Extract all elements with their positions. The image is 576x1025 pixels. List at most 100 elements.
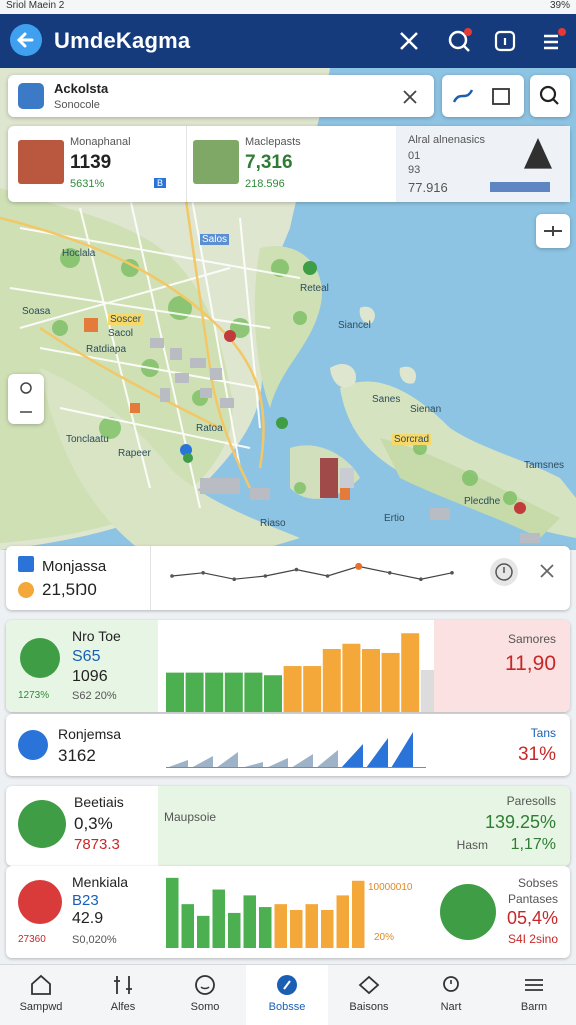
bar xyxy=(228,912,241,948)
bar xyxy=(274,904,287,948)
map-card-value: 77.916 xyxy=(408,180,448,195)
filter-icon xyxy=(114,976,132,994)
line-chart xyxy=(170,562,454,581)
nav-item-smile[interactable]: Somo xyxy=(164,965,246,1025)
line-point xyxy=(387,571,392,575)
layers-icon xyxy=(544,226,562,236)
divider xyxy=(150,546,151,610)
bar xyxy=(166,877,179,948)
chart-foot-label: 20% xyxy=(374,932,395,943)
bar xyxy=(305,904,318,948)
house-icon xyxy=(193,140,239,184)
stats-panel-3[interactable]: Beetiais 0,3% 7873.3 Maupsoie Paresolls … xyxy=(6,786,570,866)
map-label: Reteal xyxy=(300,283,329,294)
temple-icon xyxy=(524,138,552,169)
line-point xyxy=(355,562,363,570)
map-card-sub: 5631% xyxy=(70,178,105,190)
sliders-icon xyxy=(525,979,543,991)
menu-button[interactable] xyxy=(538,26,568,56)
nav-item-filters[interactable]: Alfes xyxy=(82,965,164,1025)
clear-search-button[interactable] xyxy=(400,87,420,107)
layers-button[interactable] xyxy=(536,214,570,248)
nav-item-places[interactable]: Baisons xyxy=(328,965,410,1025)
line-point xyxy=(419,577,423,581)
bar xyxy=(259,907,272,948)
line-series xyxy=(171,565,453,580)
close-strip-button[interactable] xyxy=(536,560,558,582)
zoom-icon xyxy=(20,382,32,413)
close-button[interactable] xyxy=(394,26,424,56)
bar xyxy=(185,672,204,712)
panel-title: Menkiala xyxy=(72,874,129,890)
back-button[interactable] xyxy=(10,24,42,56)
nav-item-home[interactable]: Sampwd xyxy=(0,965,82,1025)
close-icon xyxy=(400,32,418,50)
map-card-1[interactable]: Monaphanal 1139 5631% B xyxy=(8,126,186,202)
line-point xyxy=(232,577,237,581)
bar xyxy=(362,649,380,712)
strip-title: Monjassa xyxy=(42,558,107,575)
map-label: Sienan xyxy=(410,404,442,415)
app-title: UmdeKagma xyxy=(54,28,191,53)
bar xyxy=(224,672,243,712)
chart-pie-icon xyxy=(18,880,62,924)
bar xyxy=(216,752,238,768)
summary-strip[interactable]: Monjassa 21,5Ŋ0 xyxy=(6,546,570,610)
route-button[interactable] xyxy=(450,84,476,108)
map-card-value: 7,316 xyxy=(245,152,293,173)
nav-label: Somo xyxy=(190,1001,220,1013)
map-card-3[interactable]: Alral alnenasics 01 93 77.916 xyxy=(396,126,570,202)
battery-text: 39% xyxy=(549,0,570,11)
trophy-icon xyxy=(440,884,496,940)
nav-item-active[interactable]: Bobsse xyxy=(246,965,328,1025)
panel-value: 0,3% xyxy=(74,814,113,833)
panel-value: 42.9 xyxy=(72,910,104,927)
map-card-2[interactable]: Maclepasts 7,316 218.596 xyxy=(186,126,393,202)
home-icon xyxy=(31,974,51,995)
bottom-nav: Sampwd Alfes Somo Bobsse Baisons Nart Ba… xyxy=(0,964,576,1025)
info-button[interactable] xyxy=(490,26,520,56)
bar xyxy=(244,672,263,712)
panel-right-foot: S4I 2sino xyxy=(507,932,558,946)
map-card-tag: B xyxy=(154,178,167,188)
bar xyxy=(420,670,434,712)
nav-item-settings[interactable]: Barm xyxy=(492,965,576,1025)
stats-panel-2[interactable]: Ronjemsa 3162 Tans 31% xyxy=(6,714,570,776)
clock-button[interactable] xyxy=(490,558,518,586)
panel-right-title: Samores xyxy=(507,632,556,646)
check-icon xyxy=(18,556,34,572)
location-search-bar[interactable]: Ackolsta Sonocole xyxy=(8,75,434,117)
map-tools-group xyxy=(442,75,524,117)
map-label: Ertio xyxy=(384,513,405,524)
line-point xyxy=(450,571,454,575)
route-icon xyxy=(452,89,474,103)
line-point xyxy=(263,574,268,578)
panel-title: Ronjemsa xyxy=(58,726,122,742)
nav-label: Barm xyxy=(520,1001,548,1013)
map-view[interactable]: Hoclala Soasa Soscer Siancel Ratdiapa To… xyxy=(0,68,576,550)
arrow-left-icon xyxy=(16,32,34,48)
map-label: Tamsnes xyxy=(524,460,565,471)
stats-panel-4[interactable]: Menkiala B23 42.9 S0,020% 27360 10000010… xyxy=(6,866,570,958)
stats-panel-1[interactable]: Nro Toe S65 1096 S62 20% 1273% Samores 1… xyxy=(6,620,570,712)
app-bar: UmdeKagma xyxy=(0,14,576,68)
panel-right-value: 05,4% xyxy=(506,908,558,928)
map-label: Plecdhe xyxy=(464,496,501,507)
panel-title: Nro Toe xyxy=(72,628,121,644)
smile-icon xyxy=(195,975,215,995)
panel-sub: 7873.3 xyxy=(74,836,120,853)
search-notification-button[interactable] xyxy=(444,26,474,56)
map-house-icon xyxy=(358,975,380,995)
bar-chart-1 xyxy=(166,633,434,712)
chart-top-label: 10000010 xyxy=(368,882,413,893)
panel-value: S65 xyxy=(72,648,101,665)
nav-item-location[interactable]: Nart xyxy=(410,965,492,1025)
pen-circle-icon xyxy=(277,975,297,995)
zoom-controls[interactable] xyxy=(8,374,44,424)
search-button[interactable] xyxy=(530,75,570,117)
search-alert-icon xyxy=(448,28,472,52)
map-card-title: Alral alnenasics xyxy=(408,134,486,146)
panel-right-title: Paresolls xyxy=(506,794,556,808)
bar xyxy=(342,643,361,712)
bookmark-button[interactable] xyxy=(488,84,514,108)
